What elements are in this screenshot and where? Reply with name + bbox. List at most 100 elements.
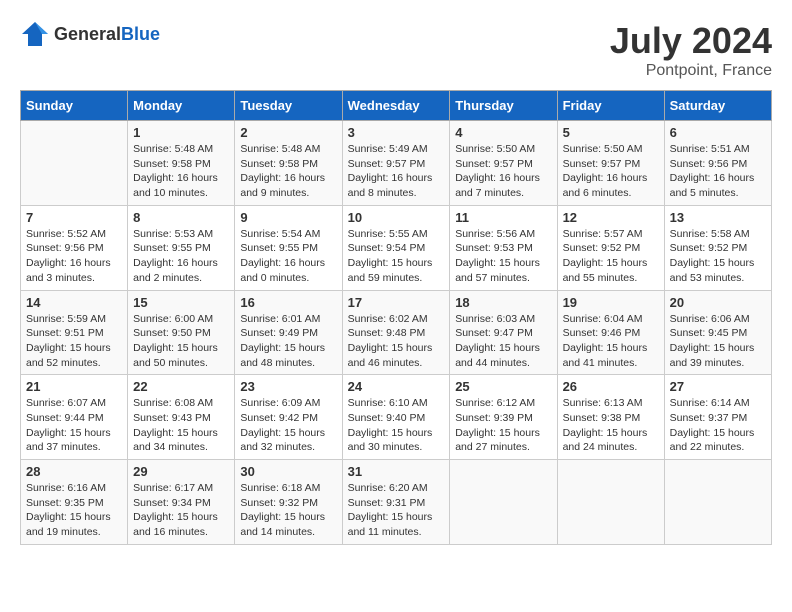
day-number: 19 <box>563 295 659 310</box>
day-cell: 26 Sunrise: 6:13 AMSunset: 9:38 PMDayligh… <box>557 375 664 460</box>
day-cell: 25 Sunrise: 6:12 AMSunset: 9:39 PMDayligh… <box>450 375 557 460</box>
page-header: GeneralBlue July 2024 Pontpoint, France <box>20 20 772 80</box>
day-number: 9 <box>240 210 336 225</box>
day-info: Sunrise: 6:07 AMSunset: 9:44 PMDaylight:… <box>26 396 122 455</box>
day-number: 23 <box>240 379 336 394</box>
day-number: 25 <box>455 379 551 394</box>
day-cell: 18 Sunrise: 6:03 AMSunset: 9:47 PMDayligh… <box>450 290 557 375</box>
week-row-3: 14 Sunrise: 5:59 AMSunset: 9:51 PMDayligh… <box>21 290 772 375</box>
day-cell <box>450 460 557 545</box>
day-number: 29 <box>133 464 229 479</box>
day-info: Sunrise: 6:02 AMSunset: 9:48 PMDaylight:… <box>348 312 445 371</box>
day-info: Sunrise: 6:12 AMSunset: 9:39 PMDaylight:… <box>455 396 551 455</box>
day-number: 18 <box>455 295 551 310</box>
day-cell: 16 Sunrise: 6:01 AMSunset: 9:49 PMDayligh… <box>235 290 342 375</box>
day-info: Sunrise: 5:59 AMSunset: 9:51 PMDaylight:… <box>26 312 122 371</box>
col-header-saturday: Saturday <box>664 91 771 121</box>
day-number: 17 <box>348 295 445 310</box>
day-info: Sunrise: 5:48 AMSunset: 9:58 PMDaylight:… <box>240 142 336 201</box>
day-cell: 20 Sunrise: 6:06 AMSunset: 9:45 PMDayligh… <box>664 290 771 375</box>
day-number: 21 <box>26 379 122 394</box>
title-block: July 2024 Pontpoint, France <box>610 20 772 80</box>
day-cell: 30 Sunrise: 6:18 AMSunset: 9:32 PMDayligh… <box>235 460 342 545</box>
day-cell: 2 Sunrise: 5:48 AMSunset: 9:58 PMDaylight… <box>235 121 342 206</box>
day-cell: 29 Sunrise: 6:17 AMSunset: 9:34 PMDayligh… <box>128 460 235 545</box>
day-info: Sunrise: 5:53 AMSunset: 9:55 PMDaylight:… <box>133 227 229 286</box>
day-info: Sunrise: 5:54 AMSunset: 9:55 PMDaylight:… <box>240 227 336 286</box>
day-number: 5 <box>563 125 659 140</box>
day-cell: 11 Sunrise: 5:56 AMSunset: 9:53 PMDayligh… <box>450 205 557 290</box>
logo-text: GeneralBlue <box>54 24 160 45</box>
day-info: Sunrise: 6:14 AMSunset: 9:37 PMDaylight:… <box>670 396 766 455</box>
day-number: 20 <box>670 295 766 310</box>
day-info: Sunrise: 6:10 AMSunset: 9:40 PMDaylight:… <box>348 396 445 455</box>
day-info: Sunrise: 5:51 AMSunset: 9:56 PMDaylight:… <box>670 142 766 201</box>
day-cell: 6 Sunrise: 5:51 AMSunset: 9:56 PMDaylight… <box>664 121 771 206</box>
day-cell: 23 Sunrise: 6:09 AMSunset: 9:42 PMDayligh… <box>235 375 342 460</box>
day-cell: 15 Sunrise: 6:00 AMSunset: 9:50 PMDayligh… <box>128 290 235 375</box>
day-info: Sunrise: 6:09 AMSunset: 9:42 PMDaylight:… <box>240 396 336 455</box>
col-header-monday: Monday <box>128 91 235 121</box>
day-number: 14 <box>26 295 122 310</box>
day-cell: 12Sunrise: 5:57 AMSunset: 9:52 PMDayligh… <box>557 205 664 290</box>
day-cell: 9 Sunrise: 5:54 AMSunset: 9:55 PMDaylight… <box>235 205 342 290</box>
col-header-friday: Friday <box>557 91 664 121</box>
week-row-5: 28Sunrise: 6:16 AMSunset: 9:35 PMDayligh… <box>21 460 772 545</box>
day-cell: 13Sunrise: 5:58 AMSunset: 9:52 PMDayligh… <box>664 205 771 290</box>
day-cell <box>664 460 771 545</box>
logo-blue: Blue <box>121 24 160 44</box>
day-number: 2 <box>240 125 336 140</box>
day-number: 11 <box>455 210 551 225</box>
week-row-1: 1Sunrise: 5:48 AMSunset: 9:58 PMDaylight… <box>21 121 772 206</box>
day-number: 8 <box>133 210 229 225</box>
col-header-thursday: Thursday <box>450 91 557 121</box>
day-info: Sunrise: 6:03 AMSunset: 9:47 PMDaylight:… <box>455 312 551 371</box>
day-cell: 1Sunrise: 5:48 AMSunset: 9:58 PMDaylight… <box>128 121 235 206</box>
day-cell: 27 Sunrise: 6:14 AMSunset: 9:37 PMDayligh… <box>664 375 771 460</box>
day-cell: 4 Sunrise: 5:50 AMSunset: 9:57 PMDaylight… <box>450 121 557 206</box>
day-info: Sunrise: 6:06 AMSunset: 9:45 PMDaylight:… <box>670 312 766 371</box>
day-number: 13 <box>670 210 766 225</box>
day-number: 7 <box>26 210 122 225</box>
day-number: 16 <box>240 295 336 310</box>
day-number: 30 <box>240 464 336 479</box>
day-info: Sunrise: 5:52 AMSunset: 9:56 PMDaylight:… <box>26 227 122 286</box>
day-info: Sunrise: 6:13 AMSunset: 9:38 PMDaylight:… <box>563 396 659 455</box>
day-info: Sunrise: 6:18 AMSunset: 9:32 PMDaylight:… <box>240 481 336 540</box>
day-cell: 21 Sunrise: 6:07 AMSunset: 9:44 PMDayligh… <box>21 375 128 460</box>
day-cell: 31Sunrise: 6:20 AMSunset: 9:31 PMDayligh… <box>342 460 450 545</box>
day-info: Sunrise: 5:48 AMSunset: 9:58 PMDaylight:… <box>133 142 229 201</box>
day-info: Sunrise: 5:50 AMSunset: 9:57 PMDaylight:… <box>563 142 659 201</box>
day-number: 28 <box>26 464 122 479</box>
day-info: Sunrise: 5:56 AMSunset: 9:53 PMDaylight:… <box>455 227 551 286</box>
day-cell <box>557 460 664 545</box>
logo-icon <box>20 20 50 48</box>
calendar-table: SundayMondayTuesdayWednesdayThursdayFrid… <box>20 90 772 545</box>
day-info: Sunrise: 6:00 AMSunset: 9:50 PMDaylight:… <box>133 312 229 371</box>
day-cell: 7 Sunrise: 5:52 AMSunset: 9:56 PMDaylight… <box>21 205 128 290</box>
day-info: Sunrise: 5:50 AMSunset: 9:57 PMDaylight:… <box>455 142 551 201</box>
location: Pontpoint, France <box>610 62 772 80</box>
day-number: 26 <box>563 379 659 394</box>
day-cell: 5 Sunrise: 5:50 AMSunset: 9:57 PMDaylight… <box>557 121 664 206</box>
day-info: Sunrise: 6:20 AMSunset: 9:31 PMDaylight:… <box>348 481 445 540</box>
day-cell <box>21 121 128 206</box>
day-cell: 22Sunrise: 6:08 AMSunset: 9:43 PMDayligh… <box>128 375 235 460</box>
day-cell: 24Sunrise: 6:10 AMSunset: 9:40 PMDayligh… <box>342 375 450 460</box>
day-cell: 8 Sunrise: 5:53 AMSunset: 9:55 PMDaylight… <box>128 205 235 290</box>
col-header-tuesday: Tuesday <box>235 91 342 121</box>
day-info: Sunrise: 6:17 AMSunset: 9:34 PMDaylight:… <box>133 481 229 540</box>
day-number: 27 <box>670 379 766 394</box>
day-number: 15 <box>133 295 229 310</box>
day-info: Sunrise: 5:57 AMSunset: 9:52 PMDaylight:… <box>563 227 659 286</box>
day-cell: 14 Sunrise: 5:59 AMSunset: 9:51 PMDayligh… <box>21 290 128 375</box>
day-cell: 19 Sunrise: 6:04 AMSunset: 9:46 PMDayligh… <box>557 290 664 375</box>
day-info: Sunrise: 6:04 AMSunset: 9:46 PMDaylight:… <box>563 312 659 371</box>
day-number: 10 <box>348 210 445 225</box>
day-info: Sunrise: 5:49 AMSunset: 9:57 PMDaylight:… <box>348 142 445 201</box>
day-number: 6 <box>670 125 766 140</box>
day-cell: 3Sunrise: 5:49 AMSunset: 9:57 PMDaylight… <box>342 121 450 206</box>
day-number: 4 <box>455 125 551 140</box>
day-info: Sunrise: 6:01 AMSunset: 9:49 PMDaylight:… <box>240 312 336 371</box>
day-number: 22 <box>133 379 229 394</box>
